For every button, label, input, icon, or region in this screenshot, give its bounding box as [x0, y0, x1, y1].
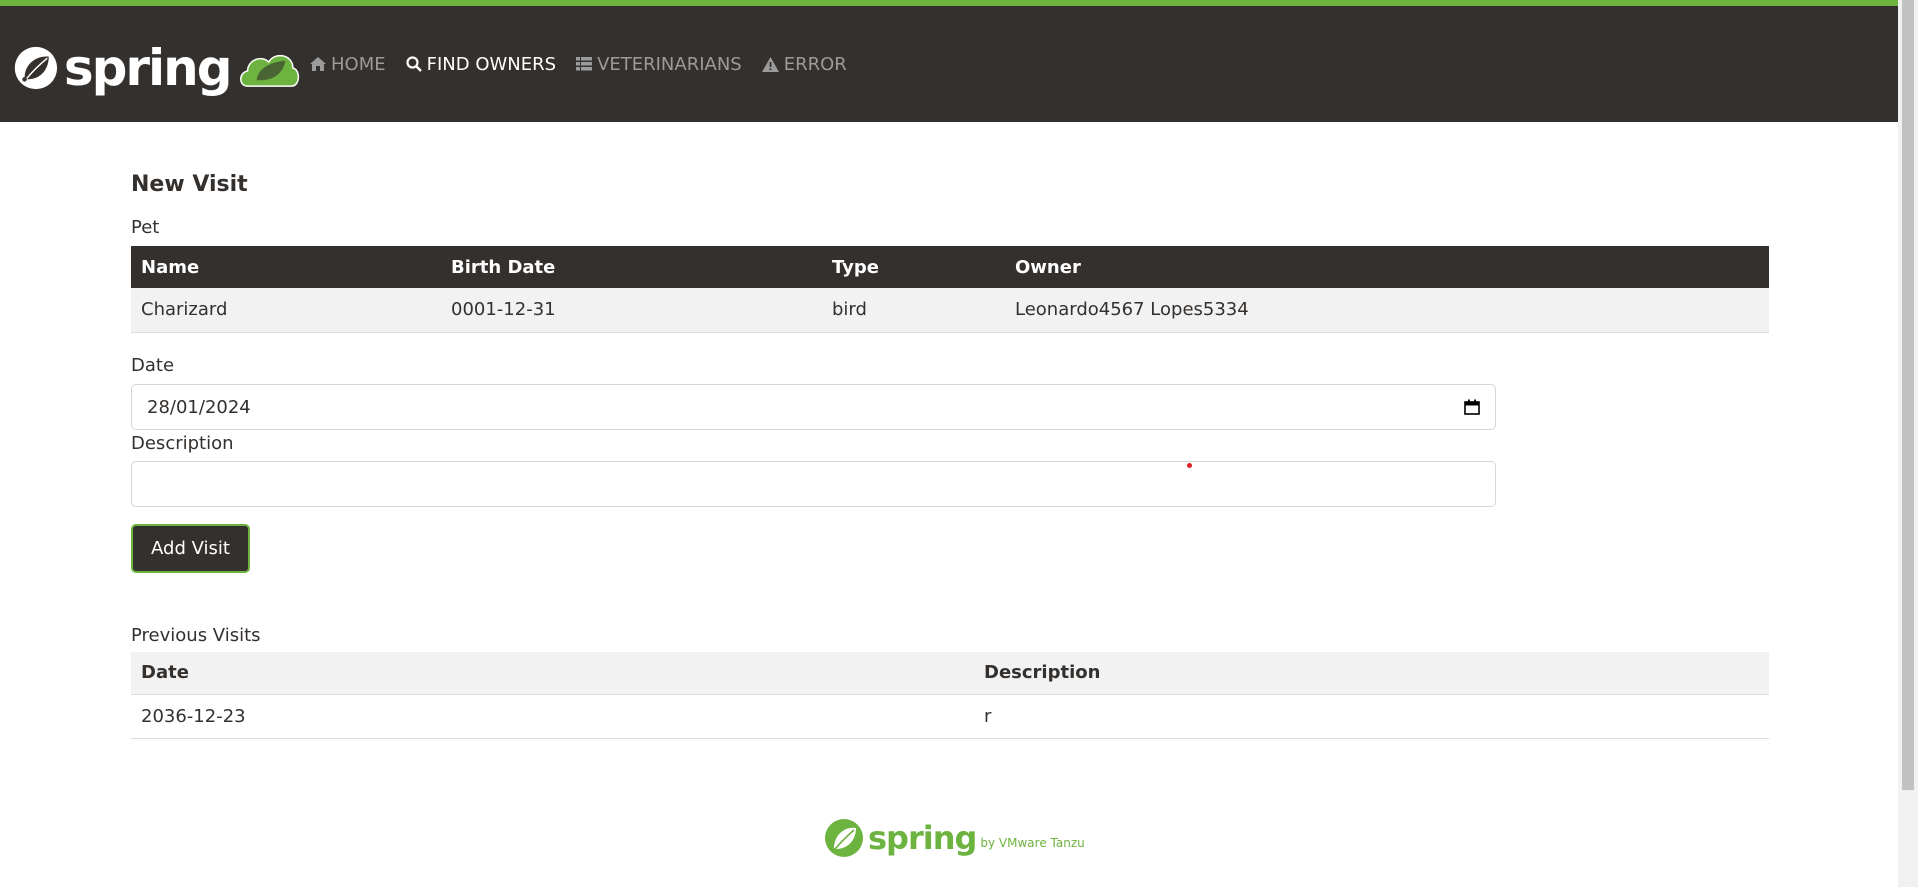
nav-find-owners[interactable]: Find owners	[406, 54, 556, 75]
description-label: Description	[131, 433, 234, 454]
page: spring Home Find owners	[0, 0, 1918, 887]
warning-icon	[761, 56, 779, 72]
page-title: New Visit	[131, 172, 248, 197]
visits-table-header: Date Description	[131, 652, 1769, 694]
visit-date: 2036-12-23	[141, 705, 246, 727]
nav-find-owners-label: Find owners	[426, 53, 557, 75]
navbar: spring Home Find owners	[0, 0, 1898, 122]
column-header: Name	[141, 256, 200, 278]
date-label: Date	[131, 355, 175, 376]
search-icon	[406, 56, 422, 72]
nav-error[interactable]: Error	[761, 53, 847, 75]
date-value: 28/01/2024	[147, 396, 251, 418]
pet-table-header: Name Birth Date Type Owner	[131, 246, 1769, 288]
pet-type: bird	[832, 299, 867, 321]
pet-name: Charizard	[141, 299, 228, 321]
calendar-icon[interactable]	[1464, 399, 1480, 415]
column-header: Description	[984, 662, 1101, 684]
column-header: Date	[141, 662, 189, 684]
pet-birth-date: 0001-12-31	[451, 299, 556, 321]
column-header: Type	[832, 256, 879, 278]
date-field[interactable]: 28/01/2024	[131, 384, 1496, 430]
spring-logo[interactable]: spring	[14, 37, 300, 99]
column-header: Birth Date	[451, 256, 556, 278]
nav-veterinarians-label: Veterinarians	[597, 53, 742, 75]
nav-error-label: Error	[783, 53, 847, 75]
previous-visits-label: Previous Visits	[131, 625, 261, 646]
nav-veterinarians[interactable]: Veterinarians	[576, 54, 742, 75]
brand-name: spring	[63, 39, 233, 97]
footer-brand: spring	[868, 819, 977, 857]
pet-owner: Leonardo4567 Lopes5334	[1015, 299, 1249, 321]
visit-description: r	[984, 705, 992, 727]
footer-logo: spring by VMware Tanzu	[824, 818, 1085, 858]
description-field[interactable]	[131, 461, 1496, 507]
cursor-marker	[1187, 463, 1192, 468]
home-icon	[310, 57, 326, 71]
column-header: Owner	[1015, 256, 1081, 278]
table-row: 2036-12-23 r	[131, 694, 1769, 738]
vertical-scrollbar[interactable]	[1898, 0, 1918, 887]
table-row: Charizard 0001-12-31 bird Leonardo4567 L…	[131, 288, 1769, 332]
scrollbar-thumb[interactable]	[1902, 0, 1914, 790]
add-visit-button[interactable]: Add Visit	[131, 524, 250, 573]
pet-section-label: Pet	[131, 217, 160, 238]
spring-leaf-icon	[14, 46, 58, 90]
cloud-leaf-icon	[239, 54, 299, 87]
pet-table: Name Birth Date Type Owner Charizard 000…	[131, 246, 1769, 333]
nav-home[interactable]: Home	[310, 54, 386, 75]
nav-home-label: Home	[331, 53, 386, 75]
nav-menu: Home Find owners Veterinarians	[310, 6, 867, 122]
footer-by: by VMware Tanzu	[980, 836, 1085, 850]
spring-leaf-icon	[825, 819, 863, 857]
list-icon	[576, 57, 593, 71]
previous-visits-table: Date Description 2036-12-23 r	[131, 652, 1769, 739]
